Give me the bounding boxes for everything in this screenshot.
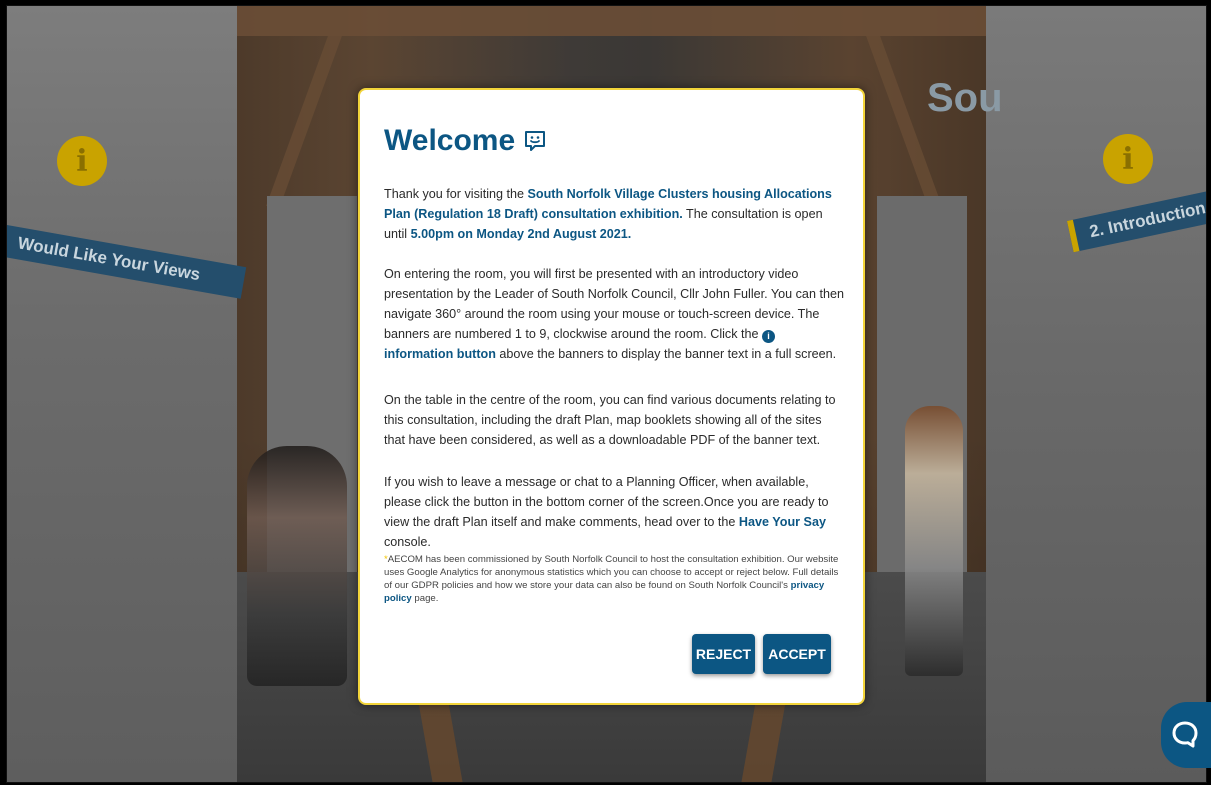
paragraph-chat: If you wish to leave a message or chat t… <box>384 472 844 552</box>
roof-beam <box>866 36 942 206</box>
info-icon[interactable]: i <box>1103 134 1153 184</box>
person-in-wheelchair <box>247 446 347 686</box>
reject-button[interactable]: REJECT <box>692 634 755 674</box>
council-logo-text: Sou <box>927 76 1003 120</box>
right-wall-panel <box>986 6 1206 782</box>
paragraph-documents: On the table in the centre of the room, … <box>384 393 836 447</box>
highlight-text: Have Your Say <box>738 515 826 529</box>
roof-beam <box>266 36 342 206</box>
welcome-dialog: Welcome Thank you for visiting the South… <box>358 88 865 705</box>
highlight-text: information button <box>384 347 496 361</box>
dialog-title: Welcome <box>384 124 547 158</box>
accept-button[interactable]: ACCEPT <box>763 634 831 674</box>
paragraph-navigation: On entering the room, you will first be … <box>384 264 844 364</box>
roof-beam <box>237 6 986 36</box>
info-icon: i <box>762 329 776 343</box>
chat-bubble-icon <box>1172 721 1198 748</box>
text-span: above the banners to display the banner … <box>495 347 837 361</box>
privacy-note: *AECOM has been commissioned by South No… <box>384 553 844 605</box>
text-span: console. <box>384 535 431 549</box>
paragraph-intro: Thank you for visiting the South Norfolk… <box>384 184 844 244</box>
highlight-text: 5.00pm on Monday 2nd August 2021. <box>410 227 632 241</box>
text-span: AECOM has been commissioned by South Nor… <box>384 554 839 591</box>
text-span: Thank you for visiting the <box>384 187 528 201</box>
chat-button[interactable] <box>1161 702 1211 768</box>
info-icon[interactable]: i <box>57 136 107 186</box>
left-wall-panel <box>7 6 237 782</box>
text-span: page. <box>411 593 439 604</box>
standing-person <box>905 406 963 676</box>
consent-buttons: REJECT ACCEPT <box>692 634 831 674</box>
dialog-title-text: Welcome <box>384 124 516 157</box>
smiley-chat-icon <box>525 131 546 151</box>
